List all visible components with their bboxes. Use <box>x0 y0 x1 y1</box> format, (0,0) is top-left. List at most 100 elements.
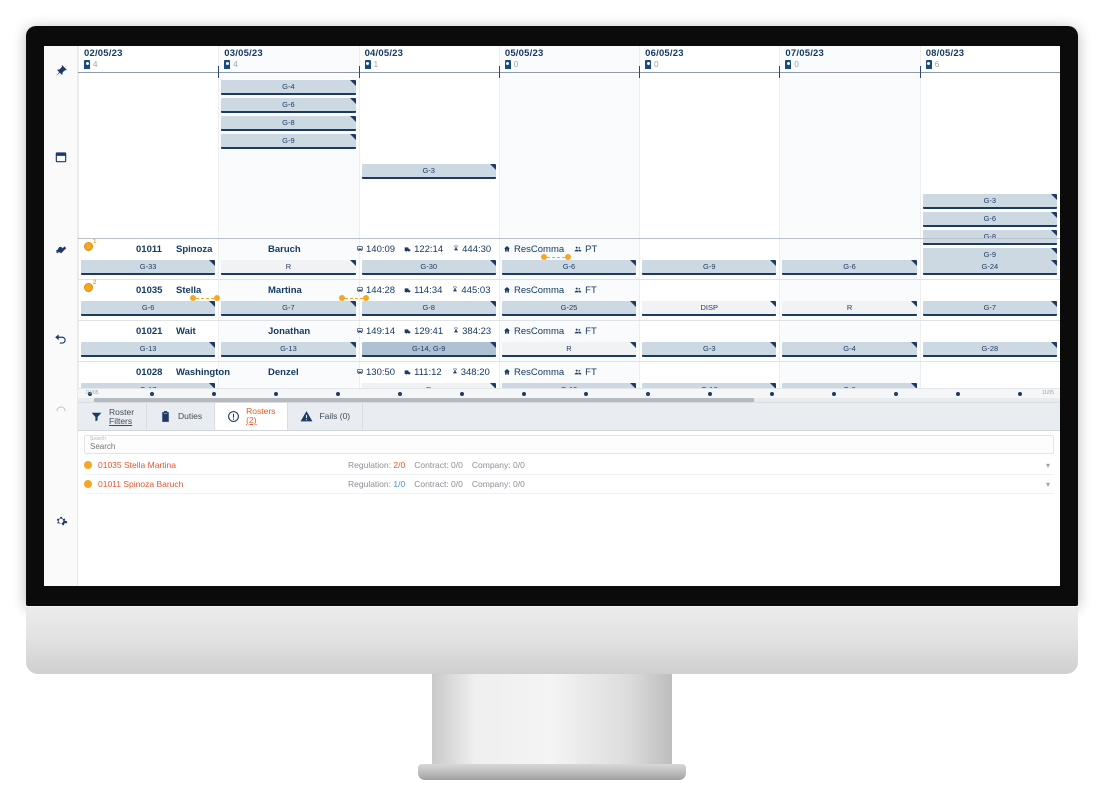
stat-work: 140:09 <box>356 244 395 255</box>
chevron-down-icon[interactable]: ▾ <box>1046 480 1054 489</box>
home-icon <box>504 328 510 334</box>
day-pin-icon <box>504 60 511 69</box>
issue-counts: Regulation: 2/0 Contract: 0/0 Company: 0/0 <box>348 460 1046 470</box>
tab-duties[interactable]: Duties <box>147 403 216 430</box>
left-toolbar <box>44 46 78 586</box>
employee-firstname: Denzel <box>268 366 299 378</box>
scrollbar-day-marker <box>956 392 960 396</box>
tab-rosters[interactable]: Rosters (2) <box>215 403 289 430</box>
shift-block[interactable]: G-8 <box>361 301 496 316</box>
chevron-down-icon[interactable]: ▾ <box>1046 461 1054 470</box>
issue-employee-name[interactable]: 01035 Stella Martina <box>98 460 348 470</box>
scrollbar-day-marker <box>832 392 836 396</box>
unassigned-shift-block[interactable]: G-6 <box>922 212 1057 227</box>
shift-block[interactable]: G-3 <box>642 342 777 357</box>
shift-block[interactable]: R <box>501 342 637 357</box>
shift-block[interactable]: G-4 <box>782 342 917 357</box>
home-icon <box>504 246 510 252</box>
key-icon[interactable] <box>44 238 78 264</box>
employee-meta: 01028 Washington Denzel 130:50 111:12 348:20 R… <box>78 362 1060 382</box>
issue-warning-icon <box>84 480 92 488</box>
warning-count: 2 <box>93 280 97 286</box>
employee-row[interactable]: 01021 Wait Jonathan 149:14 129:41 384:23 ResCo… <box>78 320 1060 361</box>
application-window: 02/05/23 4 03/05/23 4 04/05/23 1 05/05/23 0 06/0… <box>44 46 1060 586</box>
stat-duty: 444:30 <box>452 244 491 255</box>
stat-work: 130:50 <box>356 367 395 378</box>
hourglass-icon <box>453 286 458 292</box>
roster-issue-row[interactable]: 01011 Spinoza Baruch Regulation: 1/0 Contr… <box>84 475 1054 494</box>
tab-label: Rosters (2) <box>246 406 276 425</box>
monitor-stand-neck <box>432 674 672 768</box>
unassigned-shift-block[interactable]: G-4 <box>221 80 356 95</box>
roster-issue-list[interactable]: 01035 Stella Martina Regulation: 2/0 Contr… <box>78 456 1060 494</box>
unassigned-shift-block[interactable]: G-9 <box>221 134 356 149</box>
roster-issue-row[interactable]: 01035 Stella Martina Regulation: 2/0 Contr… <box>84 456 1054 475</box>
undo-icon[interactable] <box>44 326 78 352</box>
van-icon <box>404 370 411 375</box>
shift-block[interactable]: G-13 <box>221 342 356 357</box>
shift-block[interactable]: G-24 <box>922 260 1057 275</box>
employee-tags: ResComma FT <box>503 326 597 337</box>
shift-block[interactable]: G-28 <box>922 342 1057 357</box>
shift-block[interactable]: G-33 <box>81 260 216 275</box>
shift-block[interactable]: G-6 <box>81 301 216 316</box>
tab-label: Roster Filters <box>109 406 135 426</box>
tab-label: Fails (0) <box>319 411 351 422</box>
unassigned-shift-block[interactable]: G-3 <box>922 194 1057 209</box>
employee-warning-badge[interactable]: 2 <box>84 280 97 292</box>
calendar-icon[interactable] <box>44 144 78 170</box>
shift-block[interactable]: G-7 <box>922 301 1057 316</box>
employee-lastname: Spinoza <box>176 243 213 255</box>
shift-block[interactable]: G-25 <box>501 301 637 316</box>
gantt-day-count: 0 <box>785 60 799 69</box>
employee-contract: FT <box>574 326 597 337</box>
employee-lastname: Wait <box>176 325 196 337</box>
employee-row[interactable]: 2 01035 Stella Martina 144:28 114:34 445:03 Res… <box>78 279 1060 320</box>
monitor-stand-foot <box>418 764 686 780</box>
day-pin-icon <box>645 60 652 69</box>
shift-block[interactable]: DISP <box>642 301 777 316</box>
shift-block[interactable]: G-9 <box>642 260 777 275</box>
unassigned-shift-block[interactable]: G-8 <box>221 116 356 131</box>
employee-contract: FT <box>574 285 597 296</box>
issue-employee-name[interactable]: 01011 Spinoza Baruch <box>98 479 348 489</box>
unassigned-shift-block[interactable]: G-6 <box>221 98 356 113</box>
panel-tabs[interactable]: Roster Filters Duties Rosters (2) Fails (0) <box>78 403 1060 431</box>
tab-fails[interactable]: Fails (0) <box>288 403 364 430</box>
shift-block[interactable]: G-14, G-9 <box>361 342 496 357</box>
gantt-chart[interactable]: 02/05/23 4 03/05/23 4 04/05/23 1 05/05/23 0 06/0… <box>78 46 1060 402</box>
gear-icon[interactable] <box>44 508 78 534</box>
shift-block[interactable]: G-30 <box>361 260 496 275</box>
employee-warning-badge[interactable]: 1 <box>84 239 96 251</box>
warning-triangle-icon <box>300 411 313 422</box>
gantt-horizontal-scrollbar[interactable]: 01/05 11/05 <box>78 388 1060 402</box>
stat-duty: 348:20 <box>451 367 490 378</box>
employee-stats: 144:28 114:34 445:03 <box>356 285 490 296</box>
stat-work: 144:28 <box>356 285 395 296</box>
shift-block[interactable]: G-6 <box>782 260 917 275</box>
redo-icon[interactable] <box>44 398 78 424</box>
hourglass-icon <box>454 327 458 333</box>
van-icon <box>404 329 411 334</box>
shift-block[interactable]: G-7 <box>221 301 356 316</box>
shift-block[interactable]: G-6 <box>501 260 637 275</box>
shift-block[interactable]: R <box>782 301 917 316</box>
employee-base: ResComma <box>503 285 564 296</box>
filter-icon <box>91 412 102 422</box>
unassigned-shift-pool[interactable]: G-4 G-6 G-8 G-9 G-3 G-3 G-6 G-8 G-9 <box>78 76 1060 263</box>
pin-icon[interactable] <box>44 58 78 84</box>
stat-drive: 122:14 <box>404 244 443 255</box>
hourglass-icon <box>454 245 458 251</box>
scrollbar-thumb[interactable] <box>94 398 754 402</box>
employee-row[interactable]: 1 01011 Spinoza Baruch 140:09 122:14 444:30 Res… <box>78 238 1060 279</box>
search-box[interactable]: Search <box>84 435 1054 454</box>
bus-icon <box>357 287 363 292</box>
employee-rows[interactable]: 1 01011 Spinoza Baruch 140:09 122:14 444:30 Res… <box>78 238 1060 402</box>
bus-icon <box>357 246 363 251</box>
shift-block[interactable]: R <box>221 260 356 275</box>
search-input[interactable] <box>90 442 962 451</box>
shift-block[interactable]: G-13 <box>81 342 216 357</box>
issue-regulation: Regulation: 2/0 <box>348 460 406 470</box>
tab-roster-filters[interactable]: Roster Filters <box>78 403 148 430</box>
unassigned-shift-block[interactable]: G-3 <box>361 164 496 179</box>
